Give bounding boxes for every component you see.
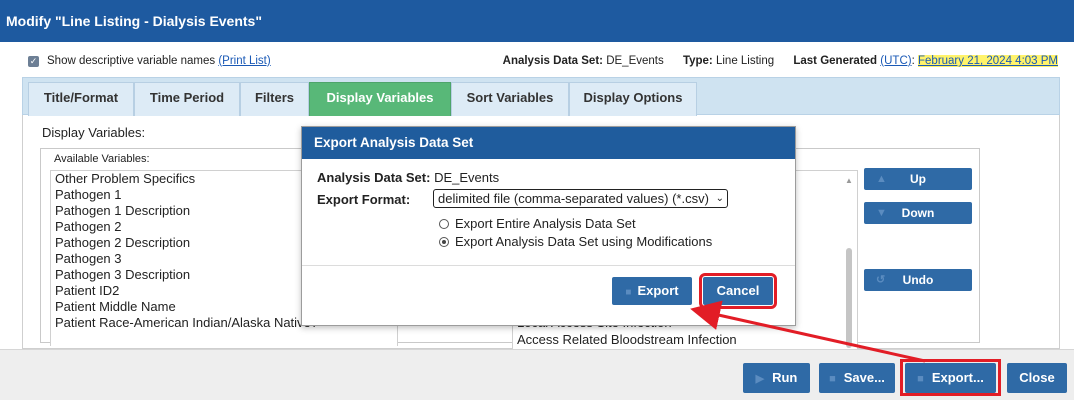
annotation-arrow [690,300,926,363]
arrow-line [690,300,926,363]
